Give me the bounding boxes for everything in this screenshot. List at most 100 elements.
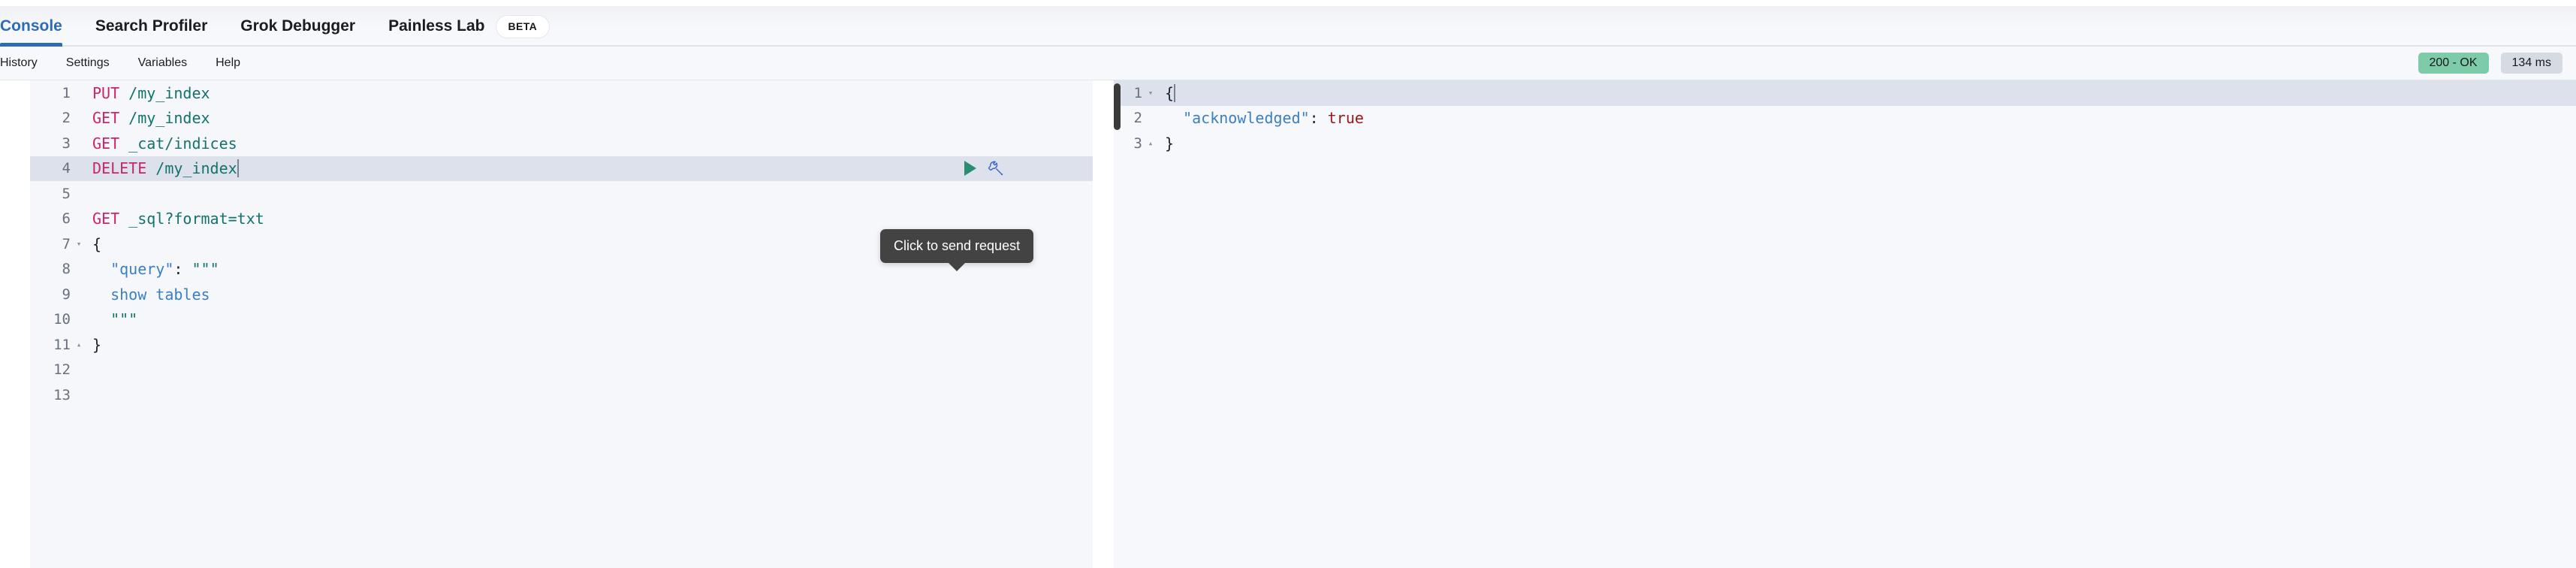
json-colon-token: : (173, 260, 192, 279)
console-submenu-bar: History Settings Variables Help 200 - OK 13… (0, 47, 2576, 80)
line-number: 11 (53, 336, 71, 353)
editor-left-margin (0, 80, 30, 568)
response-scrollbar[interactable] (1114, 83, 1121, 130)
code-text: show tables (86, 286, 1093, 304)
menu-item-settings[interactable]: Settings (66, 56, 110, 70)
code-text: GET _cat/indices (86, 134, 1093, 153)
code-text: { (1157, 83, 2576, 102)
request-path-token: _cat/indices (128, 134, 237, 153)
request-path-token: /my_index (155, 159, 237, 178)
code-text: PUT /my_index (86, 84, 1093, 102)
request-path-token: /my_index (128, 109, 210, 128)
http-method-token: DELETE (92, 159, 147, 178)
wrench-icon[interactable] (988, 160, 1004, 177)
code-text: } (86, 336, 1093, 354)
json-key-token: "acknowledged" (1183, 109, 1310, 128)
tab-label: Search Profiler (95, 17, 208, 35)
menu-item-help[interactable]: Help (216, 56, 240, 70)
code-line: 6 GET _sql?format=txt (30, 207, 1093, 232)
line-number: 13 (53, 386, 71, 403)
code-line: 10 """ (30, 307, 1093, 333)
line-number: 1 (62, 84, 71, 101)
code-text: "acknowledged": true (1157, 109, 2576, 127)
code-line: 11 ▴} (30, 332, 1093, 358)
line-number: 3 (1133, 134, 1142, 152)
menu-item-variables[interactable]: Variables (138, 56, 188, 70)
code-line: 1 PUT /my_index (30, 80, 1093, 106)
tab-console[interactable]: Console (0, 6, 62, 47)
code-line: 2 "acknowledged": true (1114, 106, 2576, 131)
json-punctuation-token: { (92, 234, 102, 253)
request-status-group: 200 - OK 134 ms (2418, 53, 2562, 74)
line-number: 7 (62, 235, 71, 252)
code-line: 3 ▴} (1114, 131, 2576, 156)
tab-label: Grok Debugger (240, 17, 356, 35)
code-line: 2 GET /my_index (30, 106, 1093, 131)
code-fold-toggle-icon[interactable]: ▾ (72, 240, 86, 248)
request-editor-pane[interactable]: 1 PUT /my_index 2 GET /my_index 3 GET _cat/in… (0, 80, 1093, 568)
response-code-area: 1 ▾{2 "acknowledged": true 3 ▴} (1114, 80, 2576, 568)
code-line: 13 (30, 382, 1093, 408)
code-line: 4 DELETE /my_index (30, 156, 1093, 181)
code-text: GET _sql?format=txt (86, 210, 1093, 228)
line-number: 8 (62, 261, 71, 278)
tab-painless-lab[interactable]: Painless Lab BETA (388, 6, 550, 47)
json-punctuation-token: } (1165, 134, 1175, 153)
tab-grok-debugger[interactable]: Grok Debugger (240, 6, 355, 47)
json-punctuation-token: } (92, 335, 102, 354)
json-string-token: """ (110, 310, 138, 329)
pane-divider[interactable] (1093, 80, 1114, 568)
request-path-token: _sql?format=txt (128, 210, 264, 228)
line-number: 5 (62, 185, 71, 202)
sql-statement-token: show tables (110, 285, 210, 304)
http-method-token: GET (92, 109, 120, 128)
window-top-strip (0, 0, 2576, 6)
request-path-token: /my_index (128, 83, 210, 102)
submenu-items: History Settings Variables Help (0, 56, 269, 70)
play-triangle-icon[interactable] (963, 160, 978, 177)
code-line: 9 show tables (30, 282, 1093, 307)
json-boolean-token: true (1327, 109, 1364, 128)
json-key-token: "query" (110, 260, 174, 279)
beta-badge: BETA (495, 14, 550, 38)
console-app: Console Search Profiler Grok Debugger Painl… (0, 0, 2576, 568)
line-number: 6 (62, 210, 71, 228)
json-punctuation-token: { (1165, 83, 1175, 102)
line-number: 3 (62, 134, 71, 152)
code-text: } (1157, 134, 2576, 153)
line-number: 2 (62, 110, 71, 127)
code-text: """ (86, 310, 1093, 328)
status-code-badge: 200 - OK (2418, 53, 2489, 74)
primary-tab-bar: Console Search Profiler Grok Debugger Painl… (0, 6, 2576, 47)
request-actions (963, 160, 1004, 177)
code-line: 3 GET _cat/indices (30, 131, 1093, 156)
response-time-badge: 134 ms (2500, 53, 2562, 74)
text-cursor (1174, 83, 1176, 102)
code-fold-toggle-icon[interactable]: ▴ (1144, 139, 1157, 147)
line-number: 4 (62, 160, 71, 177)
send-request-tooltip: Click to send request (880, 229, 1034, 263)
http-method-token: GET (92, 210, 120, 228)
json-colon-token: : (1309, 109, 1328, 128)
code-fold-toggle-icon[interactable]: ▾ (1144, 89, 1157, 97)
code-fold-toggle-icon[interactable]: ▴ (72, 340, 86, 349)
http-method-token: PUT (92, 83, 120, 102)
line-number: 9 (62, 286, 71, 303)
json-string-token: """ (192, 260, 219, 279)
request-editor-code-area[interactable]: 1 PUT /my_index 2 GET /my_index 3 GET _cat/in… (30, 80, 1093, 568)
code-line: 5 (30, 181, 1093, 207)
http-method-token: GET (92, 134, 120, 153)
code-text: DELETE /my_index (86, 159, 1093, 178)
tab-label: Console (0, 17, 62, 35)
console-main-split: 1 PUT /my_index 2 GET /my_index 3 GET _cat/in… (0, 80, 2576, 568)
code-text: GET /my_index (86, 109, 1093, 127)
code-line: 12 (30, 358, 1093, 383)
menu-item-history[interactable]: History (0, 56, 38, 70)
text-cursor (237, 159, 239, 178)
line-number: 12 (53, 361, 71, 379)
tab-search-profiler[interactable]: Search Profiler (95, 6, 207, 47)
code-line: 1 ▾{ (1114, 80, 2576, 106)
tab-label: Painless Lab (388, 17, 485, 35)
line-number: 10 (53, 311, 71, 328)
response-output-pane[interactable]: 1 ▾{2 "acknowledged": true 3 ▴} (1114, 80, 2576, 568)
